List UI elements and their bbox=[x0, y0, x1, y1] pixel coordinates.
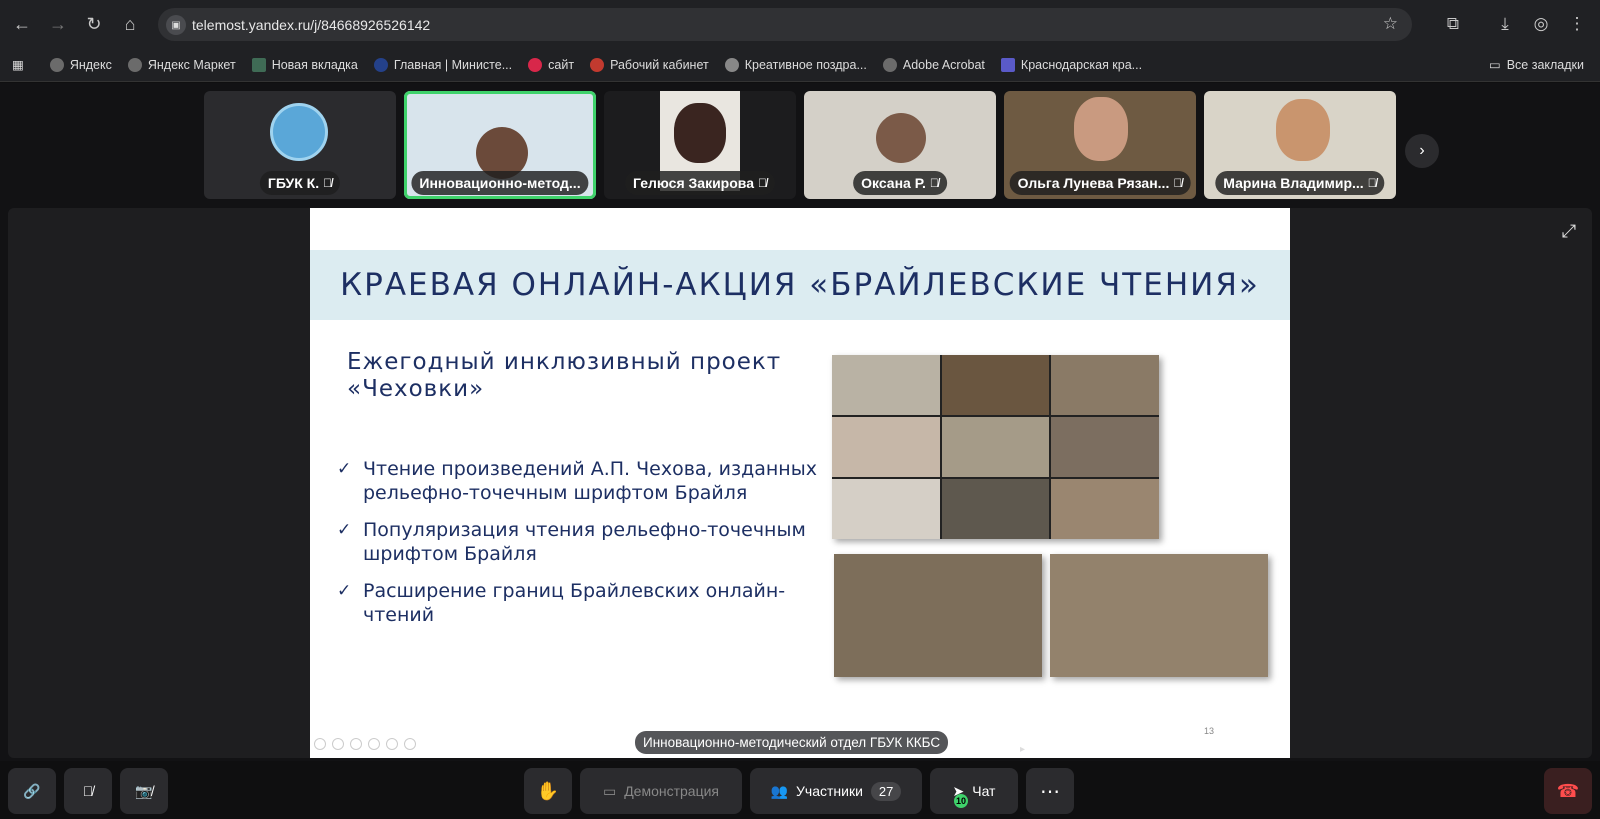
participant-tile[interactable]: ГБУК К. 🎙̸ bbox=[204, 91, 396, 199]
participant-tile[interactable]: Марина Владимир... 🎙̸ bbox=[1204, 91, 1396, 199]
slide-bullet: ✓ Популяризация чтения рельефно-точечным … bbox=[337, 519, 806, 565]
bookmark-item[interactable]: Новая вкладка bbox=[244, 57, 366, 72]
link-icon[interactable]: 🔗 bbox=[8, 768, 56, 814]
participant-name: Гелюся Закирова 🎙̸ bbox=[624, 171, 776, 195]
menu-dots-icon[interactable]: ⋮ bbox=[1560, 7, 1594, 41]
presenter-caption: Инновационно-методический отдел ГБУК ККБ… bbox=[635, 731, 949, 754]
more-options-icon[interactable]: ⋯ bbox=[1026, 768, 1074, 814]
browser-toolbar: ← → ↻ ⌂ ▣ telemost.yandex.ru/j/846689265… bbox=[0, 0, 1600, 48]
download-icon[interactable]: ⤓ bbox=[1488, 7, 1522, 41]
camera-off-button[interactable]: 📷̸ bbox=[120, 768, 168, 814]
end-call-button[interactable]: ☎ bbox=[1544, 768, 1592, 814]
checkmark-icon: ✓ bbox=[337, 581, 352, 601]
address-bar[interactable]: ▣ telemost.yandex.ru/j/84668926526142 ☆ bbox=[158, 8, 1412, 41]
bookmark-item[interactable]: Креативное поздра... bbox=[717, 57, 875, 72]
mic-off-icon: 🎙̸ bbox=[323, 176, 333, 190]
globe-icon bbox=[127, 57, 142, 72]
bookmark-item[interactable]: Яндекс Маркет bbox=[120, 57, 244, 72]
back-icon[interactable]: ← bbox=[5, 7, 39, 41]
profile-icon[interactable]: ◎ bbox=[1524, 7, 1558, 41]
presentation-slide: КРАЕВАЯ ОНЛАЙН-АКЦИЯ «БРАЙЛЕВСКИЕ ЧТЕНИЯ… bbox=[310, 208, 1290, 758]
slide-bullet: ✓ Чтение произведений А.П. Чехова, изданн… bbox=[337, 458, 817, 504]
home-icon[interactable]: ⌂ bbox=[113, 7, 147, 41]
mic-off-button[interactable]: 🎙̸ bbox=[64, 768, 112, 814]
emblem-icon bbox=[373, 57, 388, 72]
forward-icon[interactable]: → bbox=[41, 7, 75, 41]
chevron-right-icon[interactable]: › bbox=[1405, 134, 1439, 168]
screen-share-button[interactable]: ▭ Демонстрация bbox=[580, 768, 742, 814]
raise-hand-icon[interactable]: ✋ bbox=[524, 768, 572, 814]
bookmark-item[interactable]: Adobe Acrobat bbox=[875, 57, 993, 72]
globe-icon bbox=[49, 57, 64, 72]
participant-name: Ольга Лунева Рязан... 🎙̸ bbox=[1009, 171, 1191, 195]
video-person bbox=[674, 103, 726, 163]
participant-strip: ГБУК К. 🎙̸ Инновационно-метод... Гелюся З… bbox=[204, 91, 1396, 199]
bookmark-item[interactable]: Главная | Министе... bbox=[366, 57, 520, 72]
chat-badge: 10 bbox=[954, 794, 968, 808]
bookmark-item[interactable]: Рабочий кабинет bbox=[582, 57, 717, 72]
participants-button[interactable]: 👥 Участники 27 bbox=[750, 768, 922, 814]
extensions-icon[interactable]: ⧉ bbox=[1436, 7, 1470, 41]
reload-icon[interactable]: ↻ bbox=[77, 7, 111, 41]
bookmark-item[interactable]: сайт bbox=[520, 57, 582, 72]
video-person bbox=[1276, 99, 1330, 161]
slide-bullet-list: ✓ Чтение произведений А.П. Чехова, изданн… bbox=[337, 457, 837, 640]
site-icon bbox=[1000, 57, 1015, 72]
checkmark-icon: ✓ bbox=[337, 520, 352, 540]
apps-grid-icon[interactable]: ▦ bbox=[0, 57, 42, 72]
star-icon[interactable]: ☆ bbox=[1383, 14, 1398, 34]
mic-off-icon: 🎙̸ bbox=[1367, 176, 1377, 190]
participant-tile[interactable]: Оксана Р. 🎙̸ bbox=[804, 91, 996, 199]
site-info-icon[interactable]: ▣ bbox=[166, 15, 186, 35]
event-photo bbox=[834, 554, 1042, 677]
mic-off-icon: 🎙̸ bbox=[1173, 176, 1183, 190]
video-conference-collage bbox=[832, 355, 1159, 539]
globe-icon bbox=[882, 57, 897, 72]
participant-name: ГБУК К. 🎙̸ bbox=[259, 171, 341, 195]
people-icon: 👥 bbox=[770, 782, 789, 799]
fullscreen-icon[interactable]: ⤢ bbox=[1554, 216, 1584, 246]
bookmark-item[interactable]: Яндекс bbox=[42, 57, 120, 72]
slide-page-number: 13 bbox=[1204, 726, 1215, 736]
checkmark-icon: ✓ bbox=[337, 459, 352, 479]
sketch-icon bbox=[724, 57, 739, 72]
participant-tile[interactable]: Гелюся Закирова 🎙̸ bbox=[604, 91, 796, 199]
event-photo bbox=[1050, 554, 1268, 677]
folder-icon: ▭ bbox=[1488, 58, 1501, 72]
bookmarks-bar: ▦ Яндекс Яндекс Маркет Новая вкладка Гла… bbox=[0, 48, 1600, 82]
bookmark-item[interactable]: Краснодарская кра... bbox=[993, 57, 1150, 72]
participant-name: Марина Владимир... 🎙̸ bbox=[1215, 171, 1385, 195]
slide-controls[interactable] bbox=[314, 738, 416, 750]
logo-avatar bbox=[270, 103, 328, 161]
url-text: telemost.yandex.ru/j/84668926526142 bbox=[192, 16, 431, 33]
video-person bbox=[1074, 97, 1128, 161]
slide-bullet: ✓ Расширение границ Брайлевских онлайн-чт… bbox=[337, 580, 786, 626]
video-person bbox=[876, 113, 926, 163]
all-bookmarks-folder[interactable]: ▭ Все закладки bbox=[1481, 57, 1592, 73]
participant-tile[interactable]: Ольга Лунева Рязан... 🎙̸ bbox=[1004, 91, 1196, 199]
slide-subtitle: Ежегодный инклюзивный проект «Чеховки» bbox=[347, 349, 782, 402]
chat-button[interactable]: ➤ Чат 10 bbox=[930, 768, 1018, 814]
participant-name: Инновационно-метод... bbox=[411, 171, 589, 195]
site-icon bbox=[251, 57, 266, 72]
participant-name: Оксана Р. 🎙̸ bbox=[853, 171, 947, 195]
site-icon bbox=[590, 57, 605, 72]
participant-tile-active[interactable]: Инновационно-метод... bbox=[404, 91, 596, 199]
site-icon bbox=[528, 57, 543, 72]
mic-off-icon: 🎙̸ bbox=[929, 176, 939, 190]
participants-count: 27 bbox=[870, 781, 902, 801]
slide-title-band: КРАЕВАЯ ОНЛАЙН-АКЦИЯ «БРАЙЛЕВСКИЕ ЧТЕНИЯ… bbox=[310, 250, 1290, 320]
mic-off-icon: 🎙̸ bbox=[758, 176, 768, 190]
slide-title: КРАЕВАЯ ОНЛАЙН-АКЦИЯ «БРАЙЛЕВСКИЕ ЧТЕНИЯ… bbox=[340, 267, 1260, 303]
mouse-cursor-icon: ▸ bbox=[1020, 744, 1026, 755]
screen-icon: ▭ bbox=[602, 782, 617, 799]
